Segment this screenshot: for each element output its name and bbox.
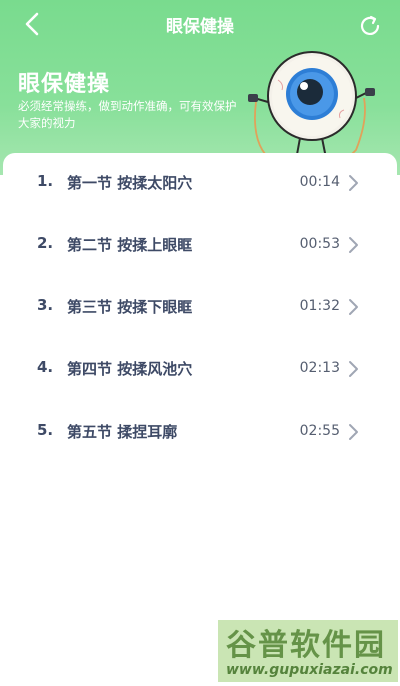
exercise-row-3[interactable]: 3. 第三节 按揉下眼眶 01:32 [3,276,397,338]
exercise-number: 5. [37,421,54,439]
watermark: 谷普软件园 www.gupuxiazai.com [218,620,398,682]
exercise-number: 3. [37,296,54,314]
watermark-brand: 谷普软件园 [226,628,386,663]
chevron-right-icon [349,424,358,440]
exercise-number: 2. [37,234,54,252]
exercise-duration: 00:53 [299,236,340,252]
watermark-url: www.gupuxiazai.com [226,662,393,678]
exercise-row-4[interactable]: 4. 第四节 按揉风池穴 02:13 [3,338,397,400]
exercise-duration: 01:32 [299,298,340,314]
exercise-number: 4. [37,358,54,376]
exercise-title: 第四节 按揉风池穴 [67,360,193,378]
exercise-title: 第二节 按揉上眼眶 [67,236,193,254]
exercise-title: 第五节 揉捏耳廓 [67,423,178,441]
nav-title: 眼保健操 [166,17,234,37]
refresh-icon [360,15,380,35]
refresh-button[interactable] [356,12,384,40]
exercise-duration: 02:13 [299,360,340,376]
chevron-right-icon [349,237,358,253]
exercise-number: 1. [37,172,54,190]
hero-title: 眼保健操 [18,72,111,97]
exercise-row-2[interactable]: 2. 第二节 按揉上眼眶 00:53 [3,214,397,276]
chevron-right-icon [349,299,358,315]
hero-description: 必须经常操练，做到动作准确，可有效保护大家的视力 [18,99,237,130]
chevron-right-icon [349,361,358,377]
exercise-row-1[interactable]: 1. 第一节 按揉太阳穴 00:14 [3,152,397,214]
exercise-duration: 02:55 [299,423,340,439]
exercise-row-5[interactable]: 5. 第五节 揉捏耳廓 02:55 [3,401,397,463]
exercise-duration: 00:14 [299,174,340,190]
exercise-title: 第一节 按揉太阳穴 [67,174,193,192]
chevron-right-icon [349,175,358,191]
exercise-title: 第三节 按揉下眼眶 [67,298,193,316]
eyeball-mascot-icon [248,51,375,170]
